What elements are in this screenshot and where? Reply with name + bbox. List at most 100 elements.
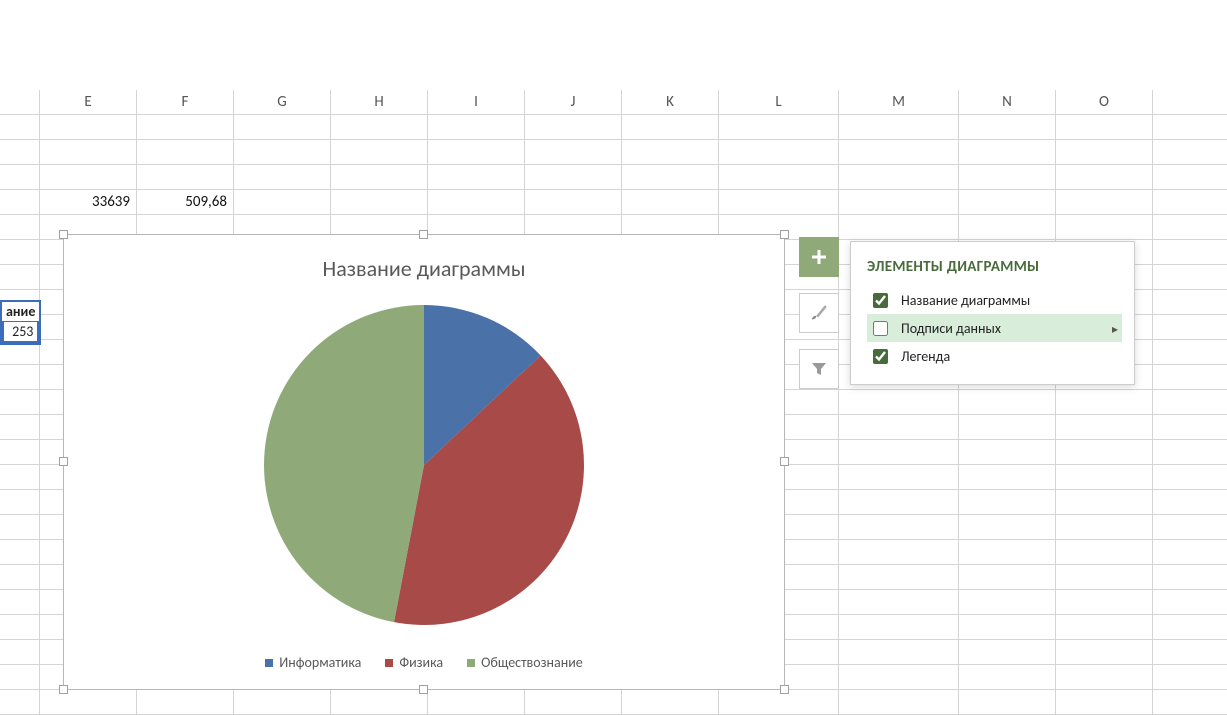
- cell-N13[interactable]: [959, 415, 1056, 439]
- cell-M4[interactable]: [839, 190, 959, 214]
- resize-handle-n[interactable]: [419, 230, 428, 239]
- cell-H2[interactable]: [331, 140, 428, 164]
- cell-O22[interactable]: [1056, 640, 1153, 664]
- cell-L24[interactable]: [719, 690, 839, 714]
- cell-F4[interactable]: 509,68: [137, 190, 234, 214]
- cell-L1[interactable]: [719, 115, 839, 139]
- cell-M20[interactable]: [839, 590, 959, 614]
- chart-element-checkbox[interactable]: [873, 349, 888, 364]
- resize-handle-ne[interactable]: [780, 230, 789, 239]
- cell-G4[interactable]: [234, 190, 331, 214]
- column-header-G[interactable]: G: [234, 90, 331, 114]
- cell-G3[interactable]: [234, 165, 331, 189]
- cell-O12[interactable]: [1056, 390, 1153, 414]
- cell-N2[interactable]: [959, 140, 1056, 164]
- cell-N16[interactable]: [959, 490, 1056, 514]
- cell-O3[interactable]: [1056, 165, 1153, 189]
- resize-handle-w[interactable]: [59, 457, 68, 466]
- chart-elements-button[interactable]: [799, 237, 839, 277]
- chart-legend[interactable]: Информатика Физика Обществознание: [64, 654, 784, 671]
- cell-L2[interactable]: [719, 140, 839, 164]
- resize-handle-nw[interactable]: [59, 230, 68, 239]
- cell-O17[interactable]: [1056, 515, 1153, 539]
- cell-O23[interactable]: [1056, 665, 1153, 689]
- column-header-N[interactable]: N: [959, 90, 1056, 114]
- cell-N24[interactable]: [959, 690, 1056, 714]
- legend-item[interactable]: Обществознание: [467, 654, 583, 671]
- cell-M3[interactable]: [839, 165, 959, 189]
- cell-O4[interactable]: [1056, 190, 1153, 214]
- resize-handle-s[interactable]: [419, 685, 428, 694]
- column-header-L[interactable]: L: [719, 90, 839, 114]
- cell-M12[interactable]: [839, 390, 959, 414]
- column-header-O[interactable]: O: [1056, 90, 1153, 114]
- chart-element-option[interactable]: Легенда: [867, 342, 1122, 370]
- cell-J24[interactable]: [525, 690, 622, 714]
- cell-N22[interactable]: [959, 640, 1056, 664]
- cell-N23[interactable]: [959, 665, 1056, 689]
- resize-handle-se[interactable]: [780, 685, 789, 694]
- cell-O5[interactable]: [1056, 215, 1153, 239]
- chart-title[interactable]: Название диаграммы: [64, 255, 784, 282]
- cell-N15[interactable]: [959, 465, 1056, 489]
- column-header-K[interactable]: K: [622, 90, 719, 114]
- cell-M19[interactable]: [839, 565, 959, 589]
- cell-O2[interactable]: [1056, 140, 1153, 164]
- column-header-I[interactable]: I: [428, 90, 525, 114]
- cell-F24[interactable]: [137, 690, 234, 714]
- cell-O13[interactable]: [1056, 415, 1153, 439]
- cell-O15[interactable]: [1056, 465, 1153, 489]
- pie-slice[interactable]: [264, 305, 424, 622]
- cell-K24[interactable]: [622, 690, 719, 714]
- cell-J2[interactable]: [525, 140, 622, 164]
- column-header-J[interactable]: J: [525, 90, 622, 114]
- resize-handle-e[interactable]: [780, 457, 789, 466]
- cell-I2[interactable]: [428, 140, 525, 164]
- cell-I24[interactable]: [428, 690, 525, 714]
- cell-L4[interactable]: [719, 190, 839, 214]
- column-header-E[interactable]: E: [40, 90, 137, 114]
- cell-N1[interactable]: [959, 115, 1056, 139]
- legend-item[interactable]: Физика: [385, 654, 443, 671]
- cell-E24[interactable]: [40, 690, 137, 714]
- cell-N12[interactable]: [959, 390, 1056, 414]
- cell-I4[interactable]: [428, 190, 525, 214]
- cell-M24[interactable]: [839, 690, 959, 714]
- cell-K4[interactable]: [622, 190, 719, 214]
- cell-F2[interactable]: [137, 140, 234, 164]
- cell-J1[interactable]: [525, 115, 622, 139]
- cell-N20[interactable]: [959, 590, 1056, 614]
- column-header-M[interactable]: M: [839, 90, 959, 114]
- cell-O19[interactable]: [1056, 565, 1153, 589]
- cell-H3[interactable]: [331, 165, 428, 189]
- cell-J4[interactable]: [525, 190, 622, 214]
- cell-M23[interactable]: [839, 665, 959, 689]
- cell-O20[interactable]: [1056, 590, 1153, 614]
- cell-O16[interactable]: [1056, 490, 1153, 514]
- cell-M2[interactable]: [839, 140, 959, 164]
- cell-K1[interactable]: [622, 115, 719, 139]
- cell-N18[interactable]: [959, 540, 1056, 564]
- chart-element-checkbox[interactable]: [873, 293, 888, 308]
- cell-O14[interactable]: [1056, 440, 1153, 464]
- cell-N4[interactable]: [959, 190, 1056, 214]
- cell-M15[interactable]: [839, 465, 959, 489]
- cell-M17[interactable]: [839, 515, 959, 539]
- legend-item[interactable]: Информатика: [265, 654, 361, 671]
- cell-M22[interactable]: [839, 640, 959, 664]
- cell-M5[interactable]: [839, 215, 959, 239]
- cell-O24[interactable]: [1056, 690, 1153, 714]
- cell-M16[interactable]: [839, 490, 959, 514]
- cell-N17[interactable]: [959, 515, 1056, 539]
- cell-J3[interactable]: [525, 165, 622, 189]
- cell-M1[interactable]: [839, 115, 959, 139]
- column-header-F[interactable]: F: [137, 90, 234, 114]
- cell-O21[interactable]: [1056, 615, 1153, 639]
- cell-M14[interactable]: [839, 440, 959, 464]
- cell-G1[interactable]: [234, 115, 331, 139]
- cell-I1[interactable]: [428, 115, 525, 139]
- cell-M13[interactable]: [839, 415, 959, 439]
- cell-M21[interactable]: [839, 615, 959, 639]
- chart-element-checkbox[interactable]: [873, 321, 888, 336]
- cell-N14[interactable]: [959, 440, 1056, 464]
